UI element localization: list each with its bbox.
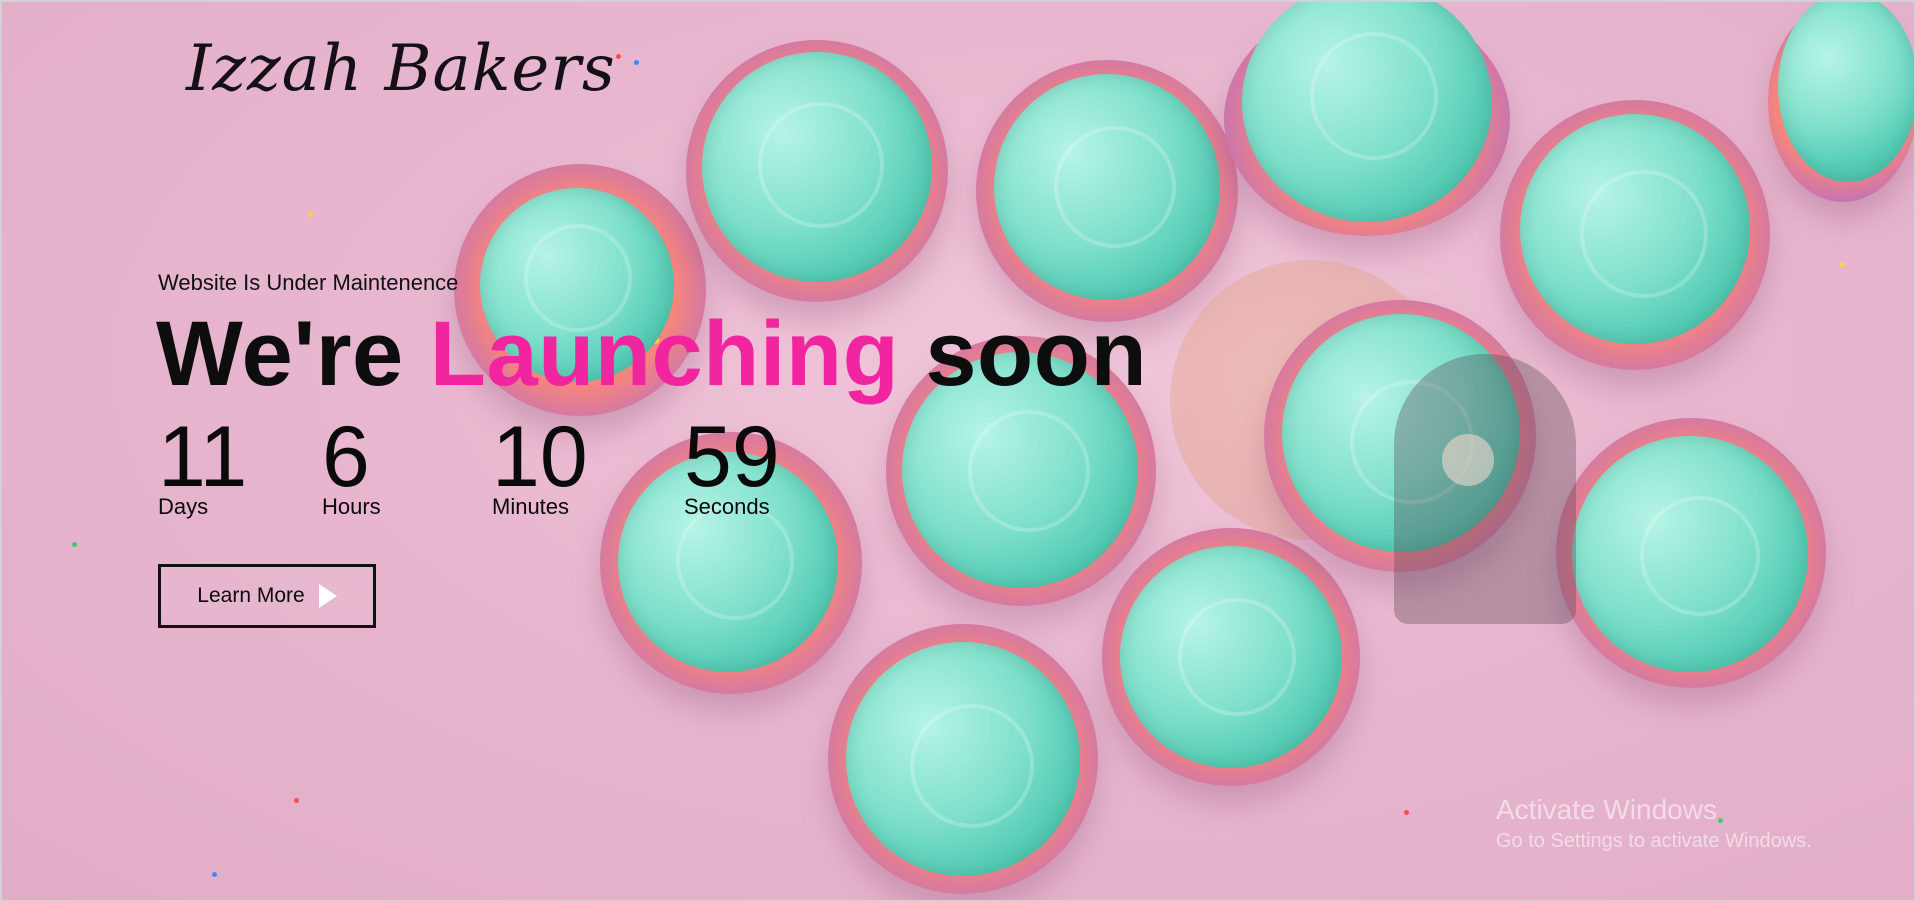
page-title: We're Launching soon	[156, 302, 1147, 407]
cupcake-image	[1556, 418, 1826, 688]
learn-more-label: Learn More	[197, 584, 305, 607]
countdown-days: 11 Days	[158, 414, 258, 520]
countdown-minutes: 10 Minutes	[492, 414, 620, 520]
cupcake-image	[1768, 2, 1914, 202]
hours-label: Hours	[322, 494, 381, 519]
minutes-value: 10	[492, 409, 588, 505]
hero-section: Izzah Bakers Website Is Under Maintenenc…	[0, 0, 1916, 902]
hours-value: 6	[322, 409, 370, 505]
days-value: 11	[158, 409, 248, 505]
cupcake-image	[1102, 528, 1360, 786]
activation-subtitle: Go to Settings to activate Windows.	[1496, 830, 1812, 852]
cupcake-image	[828, 624, 1098, 894]
minutes-label: Minutes	[492, 494, 570, 519]
countdown-seconds: 59 Seconds	[684, 414, 806, 520]
activate-windows-watermark: Activate Windows Go to Settings to activ…	[1496, 794, 1812, 853]
play-icon	[318, 584, 337, 608]
cupcake-image	[686, 40, 948, 302]
activation-title: Activate Windows	[1496, 794, 1717, 825]
seconds-value: 59	[684, 409, 780, 505]
watermark-shape	[1394, 354, 1576, 624]
cupcake-image	[1500, 100, 1770, 370]
cupcake-image	[976, 60, 1238, 322]
headline-accent: Launching	[429, 303, 900, 405]
countdown-timer: 11 Days 6 Hours 10 Minutes 59 Seconds	[158, 414, 806, 520]
headline-part1: We're	[156, 303, 404, 405]
seconds-label: Seconds	[684, 494, 770, 519]
countdown-hours: 6 Hours	[322, 414, 428, 520]
learn-more-button[interactable]: Learn More	[158, 564, 376, 628]
maintenance-notice: Website Is Under Maintenence	[158, 270, 459, 295]
brand-logo: Izzah Bakers	[186, 32, 616, 106]
cupcake-image	[1224, 2, 1510, 236]
headline-part2: soon	[925, 303, 1148, 405]
